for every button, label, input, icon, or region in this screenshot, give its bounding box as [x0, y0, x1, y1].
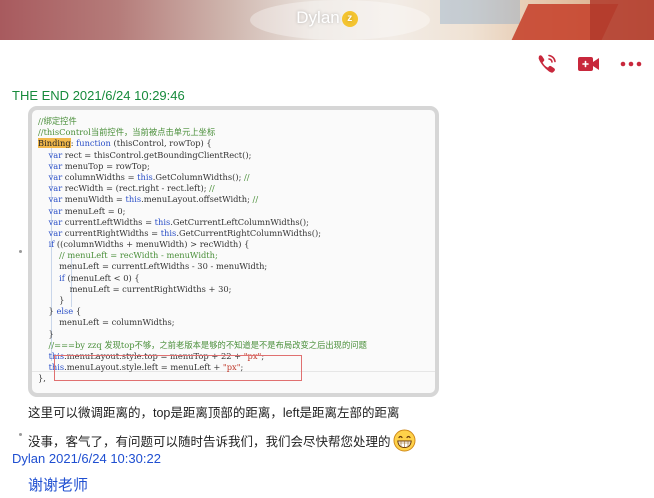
chat-message-text: 没事，客气了，有问题可以随时告诉我们，我们会尽快帮您处理的 — [28, 435, 391, 449]
code-line: menuLeft = columnWidths; — [38, 317, 175, 328]
code-line: var menuTop = rowTop; — [48, 160, 150, 171]
code-line: //thisControl当前控件，当前被点击单元上坐标 — [38, 127, 216, 138]
code-line: var rect = thisControl.getBoundingClient… — [48, 149, 252, 160]
code-line: if (menuLeft < 0) { — [59, 272, 140, 283]
contact-name-label: Dylan — [296, 8, 340, 27]
phone-icon — [538, 54, 556, 73]
code-line: var columnWidths = this.GetColumnWidths(… — [48, 171, 250, 182]
code-line: //绑定控件 — [38, 116, 77, 126]
code-line: Binding: function (thisControl, rowTop) … — [38, 138, 212, 149]
code-line: } else { — [38, 306, 82, 317]
code-line: var menuLeft = 0; — [48, 205, 126, 216]
code-line: var recWidth = (rect.right - rect.left);… — [48, 183, 215, 194]
code-line: var currentLeftWidths = this.GetCurrentL… — [48, 216, 309, 227]
code-screenshot-image[interactable]: //绑定控件//thisControl当前控件，当前被点击单元上坐标 Bindin… — [28, 106, 439, 397]
grin-emoji-icon — [393, 429, 416, 452]
code-line: this.menuLayout.style.left = menuLeft + … — [48, 362, 244, 373]
video-call-button[interactable] — [576, 52, 602, 76]
message-timestamp: 2021/6/24 10:29:46 — [72, 88, 185, 103]
code-line: // menuLeft = recWidth - menuWidth; — [38, 250, 218, 261]
chat-message: 谢谢老师 — [28, 477, 89, 494]
code-line: }, — [38, 373, 46, 384]
code-line: menuLeft = currentRightWidths + 30; — [38, 283, 232, 294]
code-line: var menuWidth = this.menuLayout.offsetWi… — [48, 194, 259, 205]
code-line: } — [38, 295, 65, 305]
more-options-button[interactable] — [618, 52, 644, 76]
code-line: if ((columnWidths + menuWidth) > recWidt… — [48, 239, 250, 250]
chat-message: 这里可以微调距离的，top是距离顶部的距离，left是距离左部的距离 — [28, 406, 400, 420]
code-line: } — [38, 328, 54, 339]
message-sender-line: Dylan 2021/6/24 10:30:22 — [12, 451, 161, 466]
phone-call-button[interactable] — [534, 52, 560, 76]
sleep-status-badge: z — [341, 11, 358, 27]
code-line: this.menuLayout.style.top = menuTop + 22… — [48, 350, 265, 361]
message-bullet — [19, 433, 22, 436]
sender-name[interactable]: THE END — [12, 88, 69, 103]
contact-name-title[interactable]: Dylan z — [0, 8, 654, 28]
message-sender-line: THE END 2021/6/24 10:29:46 — [12, 88, 185, 103]
code-line: //===by zzq 发现top不够，之前老版本是够的不知道是不是布局改变之后… — [38, 339, 367, 350]
code-block: //绑定控件//thisControl当前控件，当前被点击单元上坐标 Bindin… — [38, 116, 434, 385]
contact-header-banner: Dylan z — [0, 0, 654, 40]
message-bullet — [19, 250, 22, 253]
more-icon — [620, 61, 642, 67]
code-line: menuLeft = currentLeftWidths - 30 - menu… — [38, 261, 268, 272]
sender-name[interactable]: Dylan — [12, 451, 45, 466]
chat-message: 没事，客气了，有问题可以随时告诉我们，我们会尽快帮您处理的 — [28, 429, 416, 452]
code-line: var currentRightWidths = this.GetCurrent… — [48, 227, 322, 238]
video-call-icon — [578, 57, 599, 71]
message-timestamp: 2021/6/24 10:30:22 — [48, 451, 161, 466]
